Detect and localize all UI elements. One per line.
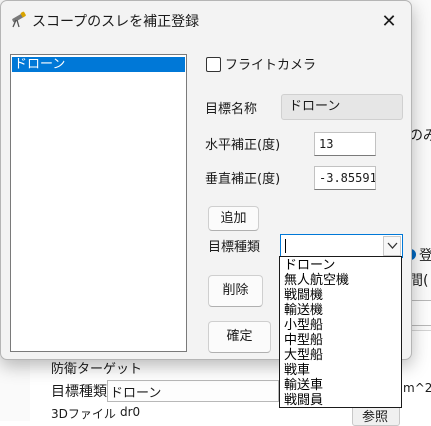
dialog-titlebar[interactable]: スコープのスレを補正登録 ✕ — [1, 1, 411, 41]
flight-camera-checkbox[interactable] — [206, 57, 221, 72]
target-name-label: 目標名称 — [205, 102, 258, 117]
close-icon[interactable]: ✕ — [370, 8, 408, 36]
dropdown-option[interactable]: 中型船 — [284, 334, 323, 347]
bg-fragment-noa: のみ — [409, 128, 431, 144]
dropdown-option[interactable]: 戦車 — [284, 364, 310, 377]
dialog-title: スコープのスレを補正登録 — [32, 14, 200, 30]
delete-button[interactable]: 削除 — [208, 275, 263, 307]
dropdown-option[interactable]: 輸送機 — [284, 304, 323, 317]
chevron-down-icon[interactable] — [383, 236, 401, 256]
bg-target-type-value: ドローン — [110, 386, 162, 401]
bg-fragment-m2: m^2) — [403, 381, 431, 395]
dropdown-option[interactable]: 無人航空機 — [284, 274, 349, 287]
dropdown-option[interactable]: 大型船 — [284, 349, 323, 362]
dropdown-option[interactable]: ドローン — [284, 259, 335, 272]
text-caret — [285, 239, 286, 253]
bg-target-type-label: 目標種類 — [51, 384, 107, 400]
vertical-correction-input[interactable]: -3.855919 — [314, 166, 376, 190]
horizontal-correction-input[interactable]: 13 — [314, 132, 376, 156]
add-button[interactable]: 追加 — [208, 206, 259, 231]
confirm-button[interactable]: 確定 — [208, 321, 271, 353]
list-item[interactable]: ドローン — [12, 57, 185, 72]
target-type-combobox[interactable] — [280, 234, 403, 258]
horizontal-correction-label: 水平補正(度) — [205, 138, 281, 153]
flight-camera-label[interactable]: フライトカメラ — [225, 54, 316, 73]
dropdown-option[interactable]: 戦闘機 — [284, 289, 323, 302]
target-type-dropdown-list: ドローン 無人航空機 戦闘機 輸送機 小型船 中型船 大型船 戦車 輸送車 戦闘… — [279, 256, 402, 408]
telescope-icon — [9, 10, 27, 28]
target-type-label: 目標種類 — [208, 240, 261, 255]
vertical-correction-label: 垂直補正(度) — [205, 172, 281, 187]
dropdown-option[interactable]: 小型船 — [284, 319, 323, 332]
target-name-field: ドローン — [281, 94, 403, 120]
target-listbox[interactable]: ドローン — [10, 54, 187, 352]
bg-defense-target-label: 防衛ターゲット — [51, 362, 143, 377]
bg-file-label: 3Dファイル — [51, 407, 116, 421]
bg-browse-label: 参照 — [362, 410, 389, 425]
bg-file-value: dr0 — [120, 405, 141, 419]
dropdown-option[interactable]: 戦闘員 — [284, 394, 323, 407]
bg-target-type-field[interactable]: ドローン — [107, 380, 279, 402]
dropdown-option[interactable]: 輸送車 — [284, 379, 323, 392]
bg-fragment-to: 登 — [419, 248, 431, 264]
